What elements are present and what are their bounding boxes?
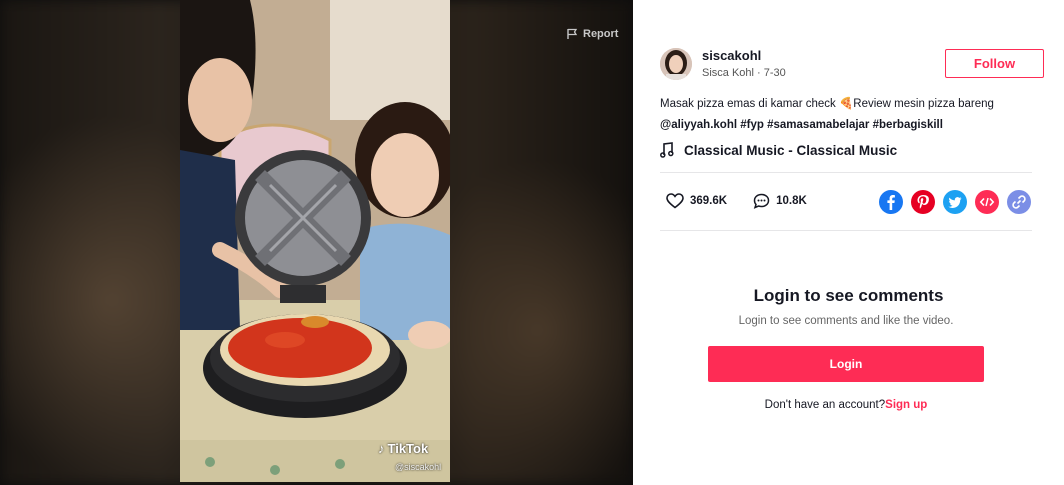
avatar-image xyxy=(660,48,692,80)
divider xyxy=(660,230,1032,231)
divider xyxy=(660,172,1032,173)
author-subline: Sisca Kohl · 7-30 xyxy=(702,67,786,79)
no-account-text: Don't have an account? xyxy=(764,399,886,411)
subline-separator: · xyxy=(753,67,764,79)
twitter-share-button[interactable] xyxy=(943,190,967,214)
video-description: Masak pizza emas di kamar check 🍕Review … xyxy=(660,94,1040,136)
facebook-share-button[interactable] xyxy=(879,190,903,214)
comment-count: 10.8K xyxy=(776,195,807,207)
heart-icon xyxy=(666,193,684,209)
watermark-brand: TikTok xyxy=(387,441,429,456)
video-player[interactable] xyxy=(180,0,450,482)
stats-row: 369.6K 10.8K xyxy=(666,193,807,209)
author-username[interactable]: siscakohl xyxy=(702,48,761,63)
report-label: Report xyxy=(583,28,619,40)
avatar[interactable] xyxy=(660,48,692,80)
author-display-name: Sisca Kohl xyxy=(702,67,754,79)
like-count: 369.6K xyxy=(690,195,728,207)
twitter-icon xyxy=(948,197,962,208)
comment-stat[interactable]: 10.8K xyxy=(753,193,807,209)
login-prompt-subtitle: Login to see comments and like the video… xyxy=(738,315,954,327)
video-pane[interactable]: Report ♪ TikTok @siscakohl xyxy=(0,0,633,485)
mention-link[interactable]: @aliyyah.kohl xyxy=(660,119,737,131)
report-button[interactable]: Report xyxy=(566,28,618,40)
flag-icon xyxy=(567,28,578,39)
copy-link-icon xyxy=(1012,195,1026,209)
like-stat[interactable]: 369.6K xyxy=(666,193,727,209)
embed-icon xyxy=(979,197,995,207)
share-bar xyxy=(879,190,1031,214)
facebook-icon xyxy=(887,195,895,210)
signup-prompt: Don't have an account?Sign up xyxy=(633,399,1059,411)
music-link[interactable]: Classical Music - Classical Music xyxy=(660,142,897,158)
hashtag-link[interactable]: #samasamabelajar xyxy=(767,119,869,131)
comment-icon xyxy=(753,193,770,209)
hashtag-link[interactable]: #berbagiskill xyxy=(873,119,943,131)
post-date: 7-30 xyxy=(763,67,786,79)
login-prompt-title: Login to see comments xyxy=(753,286,944,305)
pizza-emoji: 🍕 xyxy=(838,98,854,110)
tiktok-logo-icon: ♪ xyxy=(378,441,385,456)
embed-share-button[interactable] xyxy=(975,190,999,214)
description-text-2: Review mesin pizza bareng xyxy=(853,98,994,110)
copy-link-share-button[interactable] xyxy=(1007,190,1031,214)
tiktok-watermark: ♪ TikTok xyxy=(378,441,428,456)
pinterest-icon xyxy=(917,195,929,209)
follow-button[interactable]: Follow xyxy=(945,49,1044,78)
music-title: Classical Music - Classical Music xyxy=(684,142,898,158)
hashtag-link[interactable]: #fyp xyxy=(740,119,764,131)
video-frame-image xyxy=(180,0,450,482)
signup-link[interactable]: Sign up xyxy=(885,399,927,411)
music-note-icon xyxy=(660,142,674,158)
login-button[interactable]: Login xyxy=(708,346,984,382)
pinterest-share-button[interactable] xyxy=(911,190,935,214)
watermark-handle: @siscakohl xyxy=(395,462,442,472)
info-pane: siscakohl Sisca Kohl · 7-30 Follow Masak… xyxy=(633,0,1064,485)
description-text: Masak pizza emas di kamar check xyxy=(660,98,839,110)
